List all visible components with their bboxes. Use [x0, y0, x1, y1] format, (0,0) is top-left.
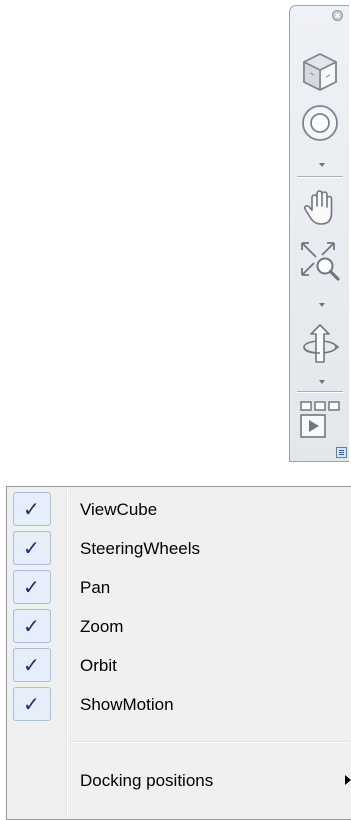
menu-item-viewcube[interactable]: ✓ ViewCube	[9, 490, 351, 529]
menu-item-label: SteeringWheels	[80, 539, 201, 558]
menu-item-steeringwheels[interactable]: ✓ SteeringWheels	[9, 529, 351, 568]
checkmark-box: ✓	[13, 609, 51, 643]
close-icon[interactable]	[332, 10, 343, 21]
menu-item-zoom[interactable]: ✓ Zoom	[9, 607, 351, 646]
toolbar-separator	[297, 391, 343, 393]
check-icon: ✓	[23, 692, 40, 716]
checkmark-box: ✓	[13, 492, 51, 526]
check-icon: ✓	[23, 497, 40, 521]
checkmark-box: ✓	[13, 648, 51, 682]
customize-menu-icon[interactable]	[336, 447, 347, 458]
checkmark-box: ✓	[13, 687, 51, 721]
steering-wheels-icon[interactable]	[298, 101, 342, 145]
navigation-bar-customize-menu: ✓ ViewCube ✓ SteeringWheels ✓ Pan ✓ Zoom…	[6, 486, 351, 820]
pan-hand-icon[interactable]	[298, 186, 342, 230]
menu-item-label: ViewCube	[80, 500, 158, 519]
check-icon: ✓	[23, 536, 40, 560]
menu-item-pan[interactable]: ✓ Pan	[9, 568, 351, 607]
menu-item-orbit[interactable]: ✓ Orbit	[9, 646, 351, 685]
submenu-arrow-icon	[345, 775, 351, 785]
chevron-down-icon[interactable]	[318, 302, 326, 308]
orbit-icon[interactable]	[298, 322, 342, 366]
menu-item-docking-positions[interactable]: Docking positions	[9, 761, 351, 800]
menu-item-label: ShowMotion	[80, 695, 174, 714]
navigation-bar	[289, 5, 349, 462]
showmotion-icon[interactable]	[298, 399, 342, 443]
menu-item-label: Pan	[80, 578, 111, 597]
toolbar-separator	[297, 176, 343, 178]
zoom-extents-icon[interactable]	[298, 239, 342, 283]
check-icon: ✓	[23, 575, 40, 599]
menu-item-label: Orbit	[80, 656, 117, 675]
menu-item-showmotion[interactable]: ✓ ShowMotion	[9, 685, 351, 724]
menu-item-label: Zoom	[80, 617, 124, 636]
chevron-down-icon[interactable]	[318, 379, 326, 385]
menu-item-label: Docking positions	[80, 771, 214, 790]
check-icon: ✓	[23, 614, 40, 638]
checkmark-box: ✓	[13, 531, 51, 565]
checkmark-box: ✓	[13, 570, 51, 604]
check-icon: ✓	[23, 653, 40, 677]
viewcube-icon[interactable]	[298, 50, 342, 94]
menu-separator	[71, 741, 349, 743]
chevron-down-icon[interactable]	[318, 162, 326, 168]
